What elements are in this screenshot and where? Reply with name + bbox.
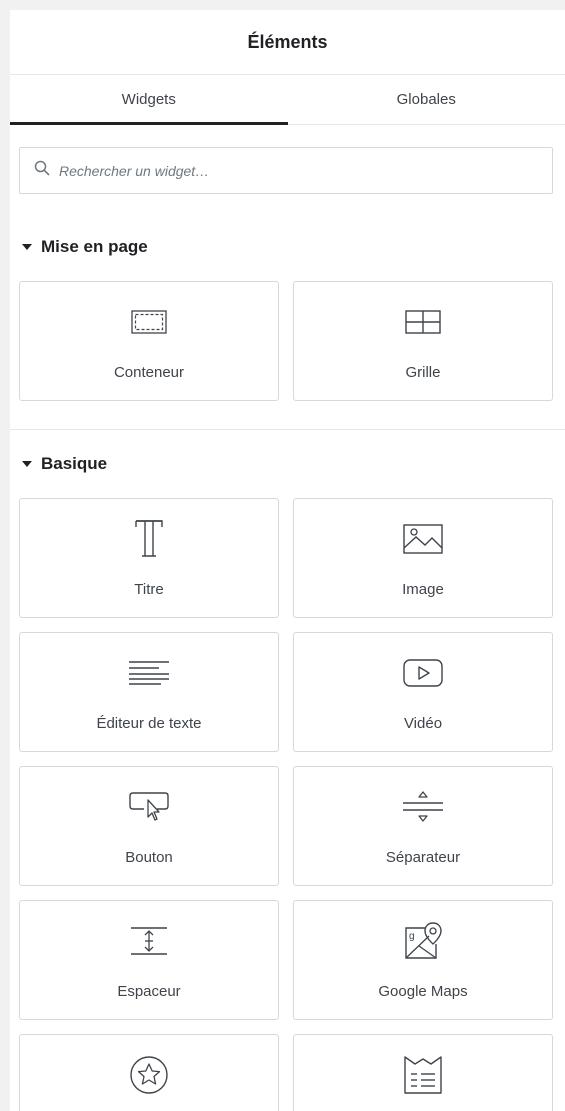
search-wrapper <box>10 125 565 194</box>
search-icon <box>34 160 50 181</box>
panel-title: Éléments <box>247 31 328 52</box>
caret-down-icon <box>22 461 32 467</box>
spacer-icon <box>129 921 169 961</box>
search-input[interactable] <box>59 162 538 179</box>
widget-card-button[interactable]: Bouton <box>19 766 279 886</box>
widget-label: Google Maps <box>378 983 468 1000</box>
svg-text:g: g <box>409 931 415 942</box>
widget-label: Conteneur <box>113 364 185 381</box>
section-header-basic[interactable]: Basique <box>10 454 565 474</box>
section-title: Basique <box>41 454 108 473</box>
tab-globales[interactable]: Globales <box>288 75 565 124</box>
widget-card-divider[interactable]: Séparateur <box>293 766 553 886</box>
widget-grid-layout: Conteneur Grille <box>10 281 565 401</box>
heading-icon <box>134 519 164 559</box>
text-editor-icon <box>129 653 169 693</box>
widget-card-grid[interactable]: Grille <box>293 281 553 401</box>
section-title: Mise en page <box>41 237 148 256</box>
google-maps-icon: g <box>403 921 443 961</box>
widget-card-video[interactable]: Vidéo <box>293 632 553 752</box>
search-box[interactable] <box>19 147 553 194</box>
widget-label: Titre <box>134 581 164 598</box>
widget-label: Grille <box>405 364 441 381</box>
tab-widgets[interactable]: Widgets <box>10 75 288 125</box>
widget-label: Bouton <box>125 849 173 866</box>
star-icon <box>129 1055 169 1095</box>
section-header-layout[interactable]: Mise en page <box>10 237 565 257</box>
elements-panel: Éléments Widgets Globales Mise en page <box>10 10 565 1111</box>
button-icon <box>129 787 169 827</box>
widget-label: Image <box>402 581 444 598</box>
video-icon <box>403 653 443 693</box>
widget-grid-basic: Titre Image Éditeur de texte Vidéo Bouto… <box>10 498 565 1111</box>
divider-icon <box>403 787 443 827</box>
widget-card-text-editor[interactable]: Éditeur de texte <box>19 632 279 752</box>
caret-down-icon <box>22 244 32 250</box>
widget-card-heading[interactable]: Titre <box>19 498 279 618</box>
widget-label: Vidéo <box>403 715 443 732</box>
widget-card-table-of-contents[interactable] <box>293 1034 553 1111</box>
image-icon <box>403 519 443 559</box>
section-divider <box>10 429 565 430</box>
container-icon <box>131 302 167 342</box>
panel-tabs: Widgets Globales <box>10 75 565 125</box>
grid-icon <box>405 302 441 342</box>
widget-label: Espaceur <box>117 983 181 1000</box>
widget-card-google-maps[interactable]: g Google Maps <box>293 900 553 1020</box>
widget-label: Séparateur <box>385 849 461 866</box>
widget-card-spacer[interactable]: Espaceur <box>19 900 279 1020</box>
widget-card-container[interactable]: Conteneur <box>19 281 279 401</box>
widget-card-image[interactable]: Image <box>293 498 553 618</box>
widget-card-star[interactable] <box>19 1034 279 1111</box>
panel-header: Éléments <box>10 10 565 75</box>
widget-label: Éditeur de texte <box>96 715 202 732</box>
table-of-contents-icon <box>403 1055 443 1095</box>
